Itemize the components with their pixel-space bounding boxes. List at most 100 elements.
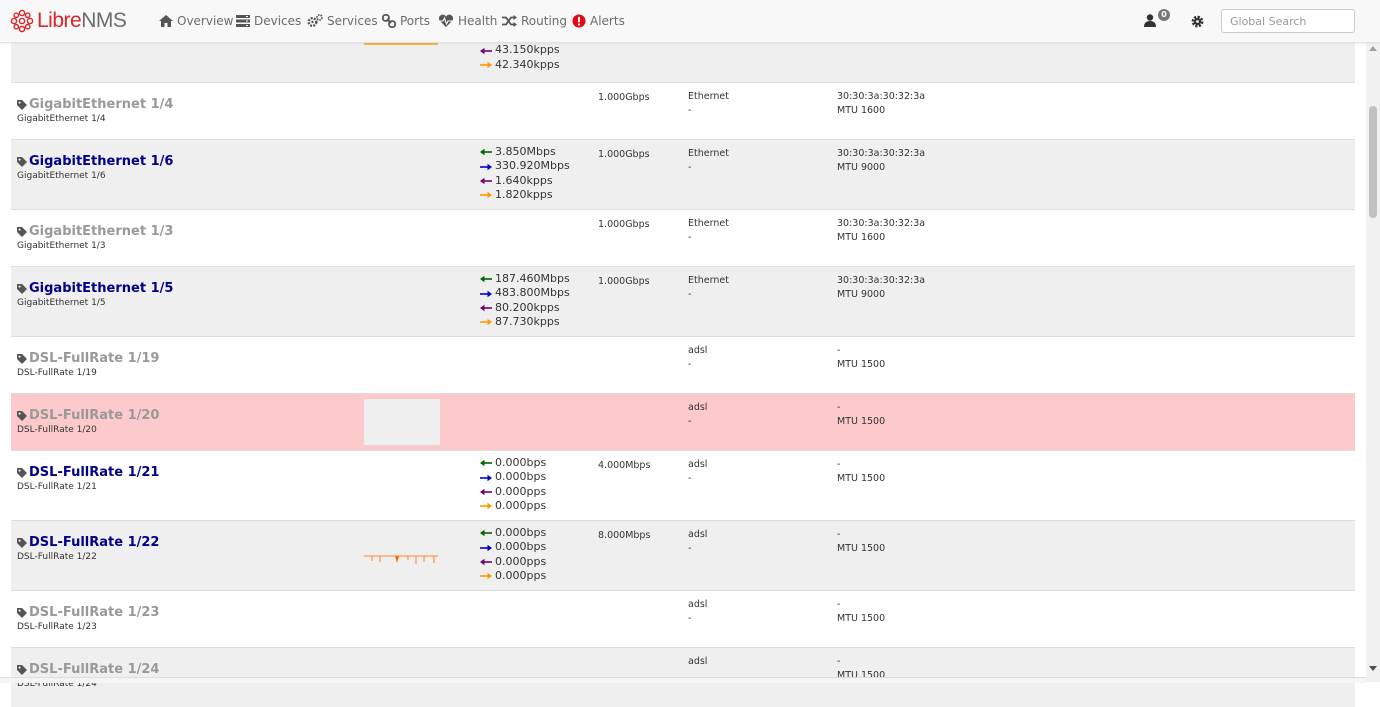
server-icon — [236, 15, 250, 27]
gear-icon[interactable] — [1191, 15, 1204, 28]
port-row: DSL-FullRate 1/20 DSL-FullRate 1/20 adsl - -… — [11, 393, 1355, 450]
link-icon — [382, 14, 396, 28]
port-name-link[interactable]: GigabitEthernet 1/5 — [29, 281, 173, 296]
port-speed: 1.000Gbps — [598, 276, 650, 287]
arrow-right-icon — [480, 544, 492, 551]
nav-ports-label: Ports — [400, 14, 431, 28]
traffic-value: 1.640kpps — [480, 174, 570, 188]
traffic-value: 0.000bps — [480, 456, 546, 470]
traffic-value: 0.000pps — [480, 499, 546, 513]
nav-devices[interactable]: Devices — [236, 0, 301, 42]
arrow-left-icon — [480, 47, 492, 54]
tag-icon — [17, 100, 27, 110]
port-mac-mtu: 30:30:3a:30:32:3a MTU 1600 — [837, 91, 926, 116]
user-icon[interactable] — [1144, 14, 1156, 27]
tag-icon — [17, 608, 27, 618]
traffic-value: 330.920Mbps — [480, 159, 570, 173]
port-name-link[interactable]: DSL-FullRate 1/21 — [29, 465, 159, 480]
port-mac-mtu: - MTU 1500 — [837, 345, 886, 370]
tag-icon — [17, 468, 27, 478]
port-mac-mtu: - MTU 1500 — [837, 599, 886, 624]
port-mac-mtu: - MTU 1500 — [837, 529, 886, 554]
tag-icon — [17, 411, 27, 421]
port-description: GigabitEthernet 1/6 — [17, 171, 106, 181]
port-name-link[interactable]: GigabitEthernet 1/3 — [29, 224, 173, 239]
traffic-value: 3.850Mbps — [480, 145, 570, 159]
port-name-link[interactable]: GigabitEthernet 1/4 — [29, 97, 173, 112]
arrow-left-icon — [480, 488, 492, 496]
arrow-left-icon — [480, 459, 492, 467]
traffic-value: 0.000pps — [480, 569, 546, 583]
port-description: GigabitEthernet 1/4 — [17, 114, 106, 124]
arrow-right-icon — [480, 61, 492, 69]
port-type: Ethernet - — [688, 218, 729, 243]
tag-icon — [17, 665, 27, 675]
port-name-link[interactable]: DSL-FullRate 1/24 — [29, 662, 159, 677]
scrollbar-thumb[interactable] — [1369, 106, 1377, 218]
port-row: DSL-FullRate 1/19 DSL-FullRate 1/19 adsl - -… — [11, 336, 1355, 393]
port-name-link[interactable]: DSL-FullRate 1/22 — [29, 535, 159, 550]
port-name-link[interactable]: DSL-FullRate 1/20 — [29, 408, 159, 423]
brand-name: LibreNMS — [37, 9, 127, 32]
traffic-value: 0.000bps — [480, 540, 546, 554]
librenms-logo[interactable]: LibreNMS — [10, 8, 127, 34]
global-search-input[interactable] — [1221, 9, 1355, 33]
nav-health[interactable]: Health — [438, 0, 497, 42]
traffic-graph[interactable] — [364, 399, 440, 445]
port-type: adsl - — [688, 529, 708, 554]
tag-icon — [17, 354, 27, 364]
port-mac-mtu: - MTU 1500 — [837, 402, 886, 427]
nav-routing-label: Routing — [521, 14, 568, 28]
port-row: DSL-FullRate 1/21 DSL-FullRate 1/21 0.000b… — [11, 450, 1355, 520]
traffic-value: 0.000pps — [480, 555, 546, 569]
tag-icon — [17, 284, 27, 294]
scroll-up-arrow-icon[interactable] — [1369, 46, 1377, 51]
arrow-left-icon — [480, 304, 492, 312]
arrow-right-icon — [480, 474, 492, 481]
port-description: DSL-FullRate 1/20 — [17, 425, 97, 435]
librenms-logo-icon — [10, 9, 34, 33]
horizontal-scrollbar[interactable] — [0, 677, 1366, 683]
vertical-scrollbar[interactable] — [1366, 42, 1380, 682]
home-icon — [159, 15, 173, 27]
port-name-link[interactable]: GigabitEthernet 1/6 — [29, 154, 173, 169]
nav-services-label: Services — [327, 14, 378, 28]
traffic-graph[interactable] — [364, 531, 440, 577]
port-name-link[interactable]: DSL-FullRate 1/23 — [29, 605, 159, 620]
port-type: adsl - — [688, 345, 708, 370]
nav-overview[interactable]: Overview — [159, 0, 234, 42]
arrow-left-icon — [480, 529, 492, 537]
arrow-right-icon — [480, 573, 492, 580]
port-description: GigabitEthernet 1/3 — [17, 241, 106, 251]
traffic-value: 187.460Mbps — [480, 272, 570, 286]
traffic-value: 87.730kpps — [480, 315, 570, 329]
notification-count-badge[interactable]: 0 — [1158, 9, 1170, 21]
nav-routing[interactable]: Routing — [502, 0, 567, 42]
nav-services[interactable]: Services — [307, 0, 378, 42]
port-mac-mtu: 30:30:3a:30:32:3a MTU 1600 — [837, 218, 926, 243]
port-row: GigabitEthernet 1/3 GigabitEthernet 1/3 1.… — [11, 209, 1355, 266]
traffic-value: 80.200kpps — [480, 301, 570, 315]
port-description: GigabitEthernet 1/5 — [17, 298, 106, 308]
exclamation-circle-icon — [572, 14, 586, 28]
port-speed: 1.000Gbps — [598, 219, 650, 230]
scroll-down-arrow-icon[interactable] — [1369, 666, 1377, 671]
nav-ports[interactable]: Ports — [382, 0, 430, 42]
traffic-stats: 3.850Mbps 330.920Mbps 1.640kpps 1.820kpps — [480, 145, 570, 203]
traffic-value: 43.150kpps — [480, 43, 567, 57]
port-name-link[interactable]: DSL-FullRate 1/19 — [29, 351, 159, 366]
arrow-right-icon — [480, 503, 492, 510]
traffic-value: 0.000pps — [480, 485, 546, 499]
random-icon — [502, 15, 517, 27]
tag-icon — [17, 157, 27, 167]
port-description: DSL-FullRate 1/23 — [17, 622, 97, 632]
nav-alerts[interactable]: Alerts — [572, 0, 625, 42]
arrow-right-icon — [480, 192, 492, 199]
arrow-right-icon — [480, 319, 492, 326]
nav-devices-label: Devices — [254, 14, 302, 28]
heartbeat-icon — [438, 14, 454, 27]
port-speed: 4.000Mbps — [598, 460, 651, 471]
cogs-icon — [307, 14, 323, 27]
port-speed: 1.000Gbps — [598, 149, 650, 160]
traffic-value: 0.000bps — [480, 526, 546, 540]
